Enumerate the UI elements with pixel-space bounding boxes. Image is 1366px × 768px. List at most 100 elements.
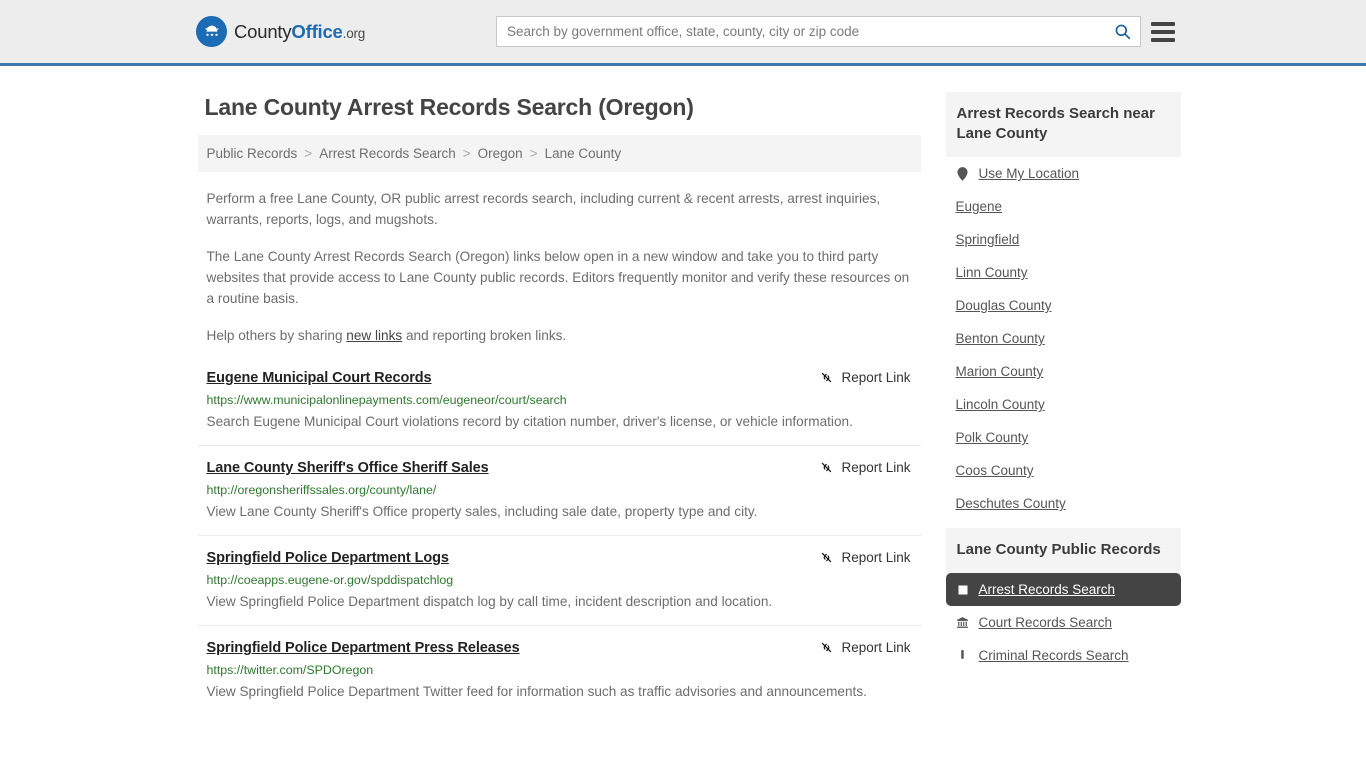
sidebar-nearby-list: Use My Location Eugene Springfield Linn … [946,157,1181,520]
list-item: Lincoln County [946,388,1181,421]
intro-p3-after: and reporting broken links. [402,328,567,344]
search-bar[interactable] [496,16,1141,47]
sidebar-item-use-my-location[interactable]: Use My Location [946,157,1181,190]
sidebar-item-lincoln-county[interactable]: Lincoln County [946,388,1181,421]
sidebar-item-label: Deschutes County [955,496,1066,512]
sidebar-item-label: Marion County [955,364,1044,380]
breadcrumb-separator: > [462,146,471,161]
search-icon [1115,24,1130,40]
list-item: Benton County [946,322,1181,355]
sidebar-item-springfield[interactable]: Springfield [946,223,1181,256]
sidebar-item-marion-county[interactable]: Marion County [946,355,1181,388]
search-input[interactable] [497,17,1104,46]
report-link-label: Report Link [841,640,911,656]
list-item: Court Records Search [946,606,1181,639]
report-link-button[interactable]: Report Link [805,370,911,385]
sidebar-item-benton-county[interactable]: Benton County [946,322,1181,355]
list-item: Douglas County [946,289,1181,322]
breadcrumb-separator: > [529,146,538,161]
breadcrumb-item-arrest-records-search[interactable]: Arrest Records Search [319,146,456,161]
sidebar-item-label: Springfield [955,232,1020,248]
map-pin-icon [956,166,970,181]
result-header: Lane County Sheriff's Office Sheriff Sal… [207,459,911,478]
site-header: CountyOffice.org [0,0,1366,66]
breadcrumb: Public Records > Arrest Records Search >… [197,135,921,172]
search-button[interactable] [1104,17,1140,46]
sidebar: Arrest Records Search near Lane County U… [945,66,1181,729]
broken-link-icon [822,462,832,473]
page-title: Lane County Arrest Records Search (Orego… [204,94,694,120]
list-item: Springfield [946,223,1181,256]
result-header: Eugene Municipal Court Records Report Li… [207,369,911,388]
sidebar-item-label: Linn County [955,265,1028,281]
eagle-seal-icon [196,16,227,47]
sidebar-item-label: Douglas County [955,298,1052,314]
gavel-icon [956,649,970,662]
sidebar-public-records-list: Arrest Records Search Court Records Sear… [945,573,1181,672]
breadcrumb-item-public-records[interactable]: Public Records [207,146,298,161]
logo-text-county: County [234,20,292,42]
sidebar-public-records-box: Lane County Public Records Arrest Record… [945,528,1181,672]
logo-text-tld: .org [342,25,366,41]
list-item: Linn County [946,256,1181,289]
result-description: View Springfield Police Department Twitt… [206,684,867,700]
intro-paragraph-1: Perform a free Lane County, OR public ar… [206,191,881,227]
sidebar-item-label: Criminal Records Search [978,648,1129,664]
hamburger-bar [1151,37,1175,42]
sidebar-item-deschutes-county[interactable]: Deschutes County [946,487,1181,520]
sidebar-item-linn-county[interactable]: Linn County [946,256,1181,289]
intro-text: Perform a free Lane County, OR public ar… [198,189,921,347]
list-item: Eugene [946,190,1181,223]
result-header: Springfield Police Department Press Rele… [207,639,911,658]
report-link-button[interactable]: Report Link [805,550,911,566]
sidebar-item-douglas-county[interactable]: Douglas County [946,289,1181,322]
sidebar-item-court-records-search[interactable]: Court Records Search [946,606,1181,639]
result-title-link[interactable]: Lane County Sheriff's Office Sheriff Sal… [207,459,489,478]
broken-link-icon [822,643,832,653]
result-item: Springfield Police Department Press Rele… [198,639,921,715]
hamburger-bar [1151,29,1175,34]
result-title-link[interactable]: Springfield Police Department Press Rele… [207,639,520,658]
new-links-link[interactable]: new links [346,328,402,343]
broken-link-icon [822,372,832,383]
sidebar-item-polk-county[interactable]: Polk County [946,421,1181,454]
sidebar-item-arrest-records-search[interactable]: Arrest Records Search [945,573,1181,607]
report-link-button[interactable]: Report Link [805,460,911,475]
breadcrumb-item-lane-county[interactable]: Lane County [545,146,622,161]
broken-link-icon [822,553,832,563]
result-url[interactable]: https://twitter.com/SPDOregon [207,662,911,678]
report-link-label: Report Link [841,550,911,566]
result-item: Eugene Municipal Court Records Report Li… [197,369,921,447]
result-url[interactable]: http://oregonsheriffssales.org/county/la… [207,482,911,498]
sidebar-item-label: Polk County [955,430,1029,446]
result-title-link[interactable]: Eugene Municipal Court Records [207,369,432,388]
sidebar-item-coos-county[interactable]: Coos County [946,454,1181,487]
sidebar-item-label: Eugene [955,199,1003,215]
hamburger-menu-icon[interactable] [1151,21,1175,42]
sidebar-public-records-heading: Lane County Public Records [945,528,1181,574]
intro-p3-before: Help others by sharing [206,328,347,344]
breadcrumb-item-oregon[interactable]: Oregon [478,146,523,161]
sidebar-item-eugene[interactable]: Eugene [946,190,1181,223]
list-item: Criminal Records Search [946,639,1181,672]
report-link-button[interactable]: Report Link [805,640,911,656]
result-url[interactable]: http://coeapps.eugene-or.gov/spddispatch… [207,572,911,588]
list-item: Deschutes County [946,487,1181,520]
sidebar-nearby-box: Arrest Records Search near Lane County U… [945,92,1181,520]
results-list: Eugene Municipal Court Records Report Li… [197,369,921,716]
list-item: Polk County [946,421,1181,454]
sidebar-item-criminal-records-search[interactable]: Criminal Records Search [946,639,1181,672]
result-title-link[interactable]: Springfield Police Department Logs [207,549,449,568]
intro-paragraph-3: Help others by sharing new links and rep… [207,326,911,347]
intro-paragraph-2: The Lane County Arrest Records Search (O… [206,249,910,306]
courthouse-icon [956,616,970,629]
page-body: Lane County Arrest Records Search (Orego… [0,66,1366,729]
list-item: Use My Location [946,157,1181,190]
site-logo[interactable]: CountyOffice.org [196,16,365,47]
site-logo-text: CountyOffice.org [234,21,365,43]
sidebar-item-label: Lincoln County [955,397,1045,413]
main-content: Lane County Arrest Records Search (Orego… [197,66,921,729]
result-description: View Lane County Sheriff's Office proper… [206,504,758,520]
result-item: Springfield Police Department Logs Repor… [197,549,921,627]
result-url[interactable]: https://www.municipalonlinepayments.com/… [207,392,911,408]
